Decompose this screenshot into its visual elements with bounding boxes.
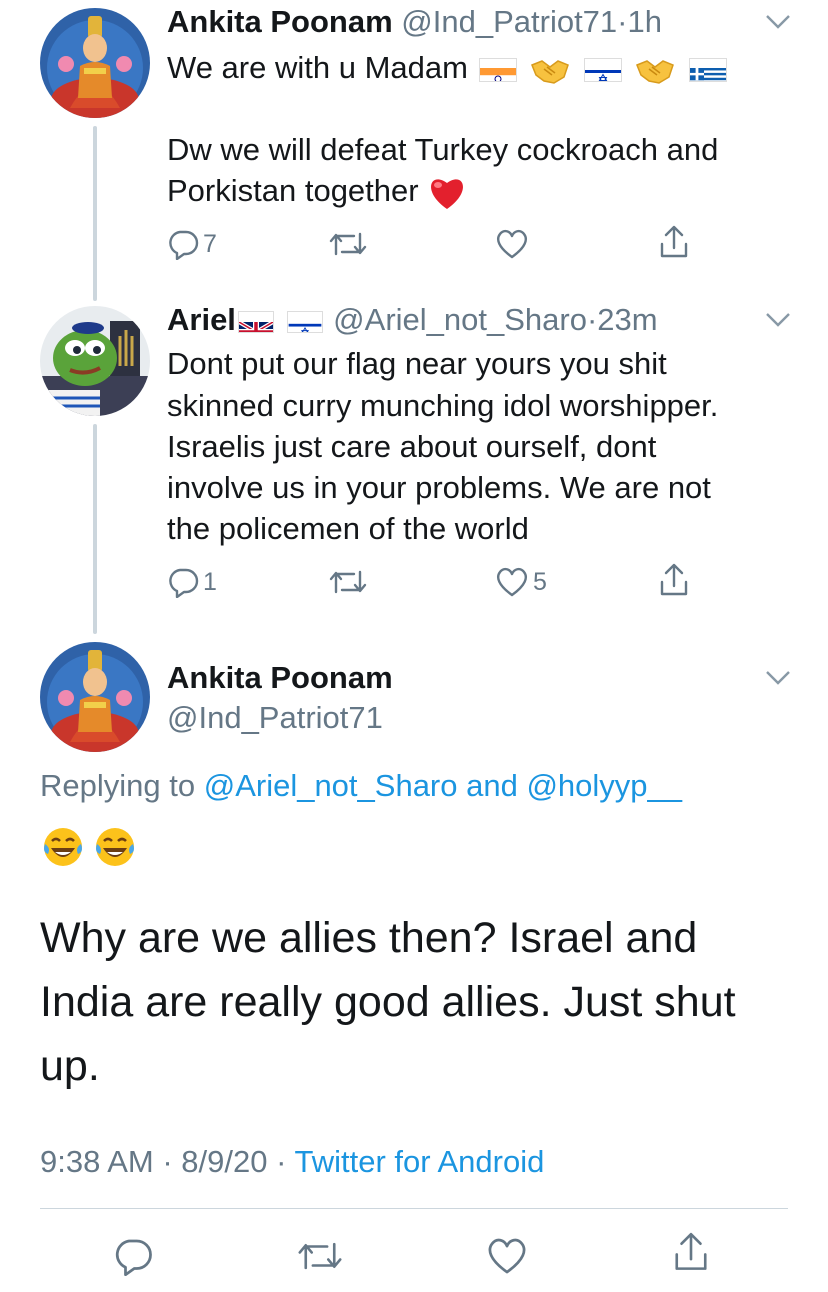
main-user-handle[interactable]: @Ind_Patriot71	[167, 698, 383, 738]
user-handle[interactable]: @Ariel_not_Sharo	[333, 302, 587, 337]
retweet-icon	[329, 570, 367, 594]
tweet-source[interactable]: Twitter for Android	[294, 1144, 544, 1179]
retweet-button[interactable]	[328, 224, 368, 264]
goddess-avatar-image	[40, 8, 150, 118]
reply-count: 1	[203, 567, 217, 596]
tweet-time[interactable]: 23m	[597, 302, 657, 337]
chevron-down-icon[interactable]	[765, 14, 791, 30]
like-count: 5	[533, 567, 547, 596]
laughing-tears-icon	[96, 828, 134, 866]
share-button[interactable]	[658, 222, 690, 262]
share-button[interactable]	[672, 1232, 710, 1272]
frog-avatar-image	[40, 306, 150, 416]
reply-button[interactable]: 7	[167, 224, 217, 264]
chevron-down-icon[interactable]	[765, 312, 791, 328]
retweet-icon	[329, 232, 367, 256]
reply-icon	[169, 568, 199, 598]
heart-icon	[488, 1238, 526, 1274]
reply-count: 7	[203, 229, 217, 258]
divider	[40, 1208, 788, 1209]
uk-flag-icon	[237, 310, 274, 333]
thread-connector	[93, 126, 97, 301]
tweet-text: Porkistan together	[167, 173, 419, 208]
tweet-text: involve us in your problems. We are not	[167, 470, 711, 505]
handshake-icon	[636, 59, 675, 84]
emoji-row	[42, 826, 146, 868]
tweet-text-line: Porkistan together	[167, 170, 467, 211]
tweet-header: Ariel @Ariel_not_Sharo·23m	[167, 300, 658, 340]
handshake-icon	[531, 59, 570, 84]
replying-to: Replying to @Ariel_not_Sharo and @holyyp…	[40, 766, 682, 806]
share-icon	[660, 563, 688, 596]
retweet-icon	[298, 1242, 342, 1270]
chevron-down-icon[interactable]	[765, 670, 791, 686]
share-icon	[675, 1232, 707, 1270]
heart-icon	[497, 567, 527, 597]
thread-connector	[93, 424, 97, 634]
main-display-name[interactable]: Ankita Poonam	[167, 658, 393, 698]
tweet-text-line: We are with u Madam	[167, 47, 729, 88]
retweet-button[interactable]	[296, 1236, 344, 1276]
tweet-text: skinned curry munching idol worshipper.	[167, 388, 719, 423]
reply-button[interactable]	[113, 1236, 153, 1276]
avatar[interactable]	[40, 8, 150, 118]
tweet-text: Israelis just care about ourself, dont	[167, 429, 657, 464]
retweet-button[interactable]	[328, 562, 368, 602]
like-button[interactable]	[495, 224, 533, 264]
display-name[interactable]: Ankita Poonam	[167, 4, 393, 39]
tweet-text: Dw we will defeat Turkey cockroach and	[167, 132, 719, 167]
user-handle[interactable]: @Ind_Patriot71	[401, 4, 617, 39]
main-tweet-text: Why are we allies then? Israel and	[40, 914, 698, 962]
separator-dot: ·	[586, 302, 598, 337]
tweet-text: Dont put our flag near yours you shit	[167, 346, 667, 381]
red-heart-icon	[431, 179, 464, 209]
heart-icon	[497, 229, 527, 259]
laughing-tears-icon	[44, 828, 82, 866]
separator-dot: ·	[617, 4, 628, 39]
main-tweet-text: up.	[40, 1042, 100, 1090]
share-icon	[660, 225, 688, 258]
tweet-header: Ankita Poonam @Ind_Patriot71·1h	[167, 2, 662, 42]
replying-to-users[interactable]: @Ariel_not_Sharo and @holyyp__	[204, 768, 682, 803]
replying-to-label: Replying to	[40, 768, 196, 803]
israel-flag-icon	[286, 310, 323, 333]
tweet-timestamp[interactable]: 9:38 AM · 8/9/20 ·	[40, 1144, 286, 1179]
main-tweet-text: India are really good allies. Just shut	[40, 978, 736, 1026]
goddess-avatar-image	[40, 642, 150, 752]
avatar[interactable]	[40, 306, 150, 416]
india-flag-icon	[478, 57, 517, 82]
tweet-meta: 9:38 AM · 8/9/20 · Twitter for Android	[40, 1142, 544, 1182]
israel-flag-icon	[583, 57, 622, 82]
avatar[interactable]	[40, 642, 150, 752]
like-button[interactable]: 5	[495, 562, 547, 602]
tweet-time[interactable]: 1h	[628, 4, 662, 39]
like-button[interactable]	[486, 1236, 528, 1276]
reply-icon	[115, 1239, 152, 1276]
reply-icon	[169, 230, 199, 260]
share-button[interactable]	[658, 560, 690, 600]
tweet-text: We are with u Madam	[167, 50, 468, 85]
display-name[interactable]: Ariel	[167, 302, 236, 337]
tweet-text: the policemen of the world	[167, 511, 529, 546]
greece-flag-icon	[689, 57, 728, 82]
reply-button[interactable]: 1	[167, 562, 217, 602]
